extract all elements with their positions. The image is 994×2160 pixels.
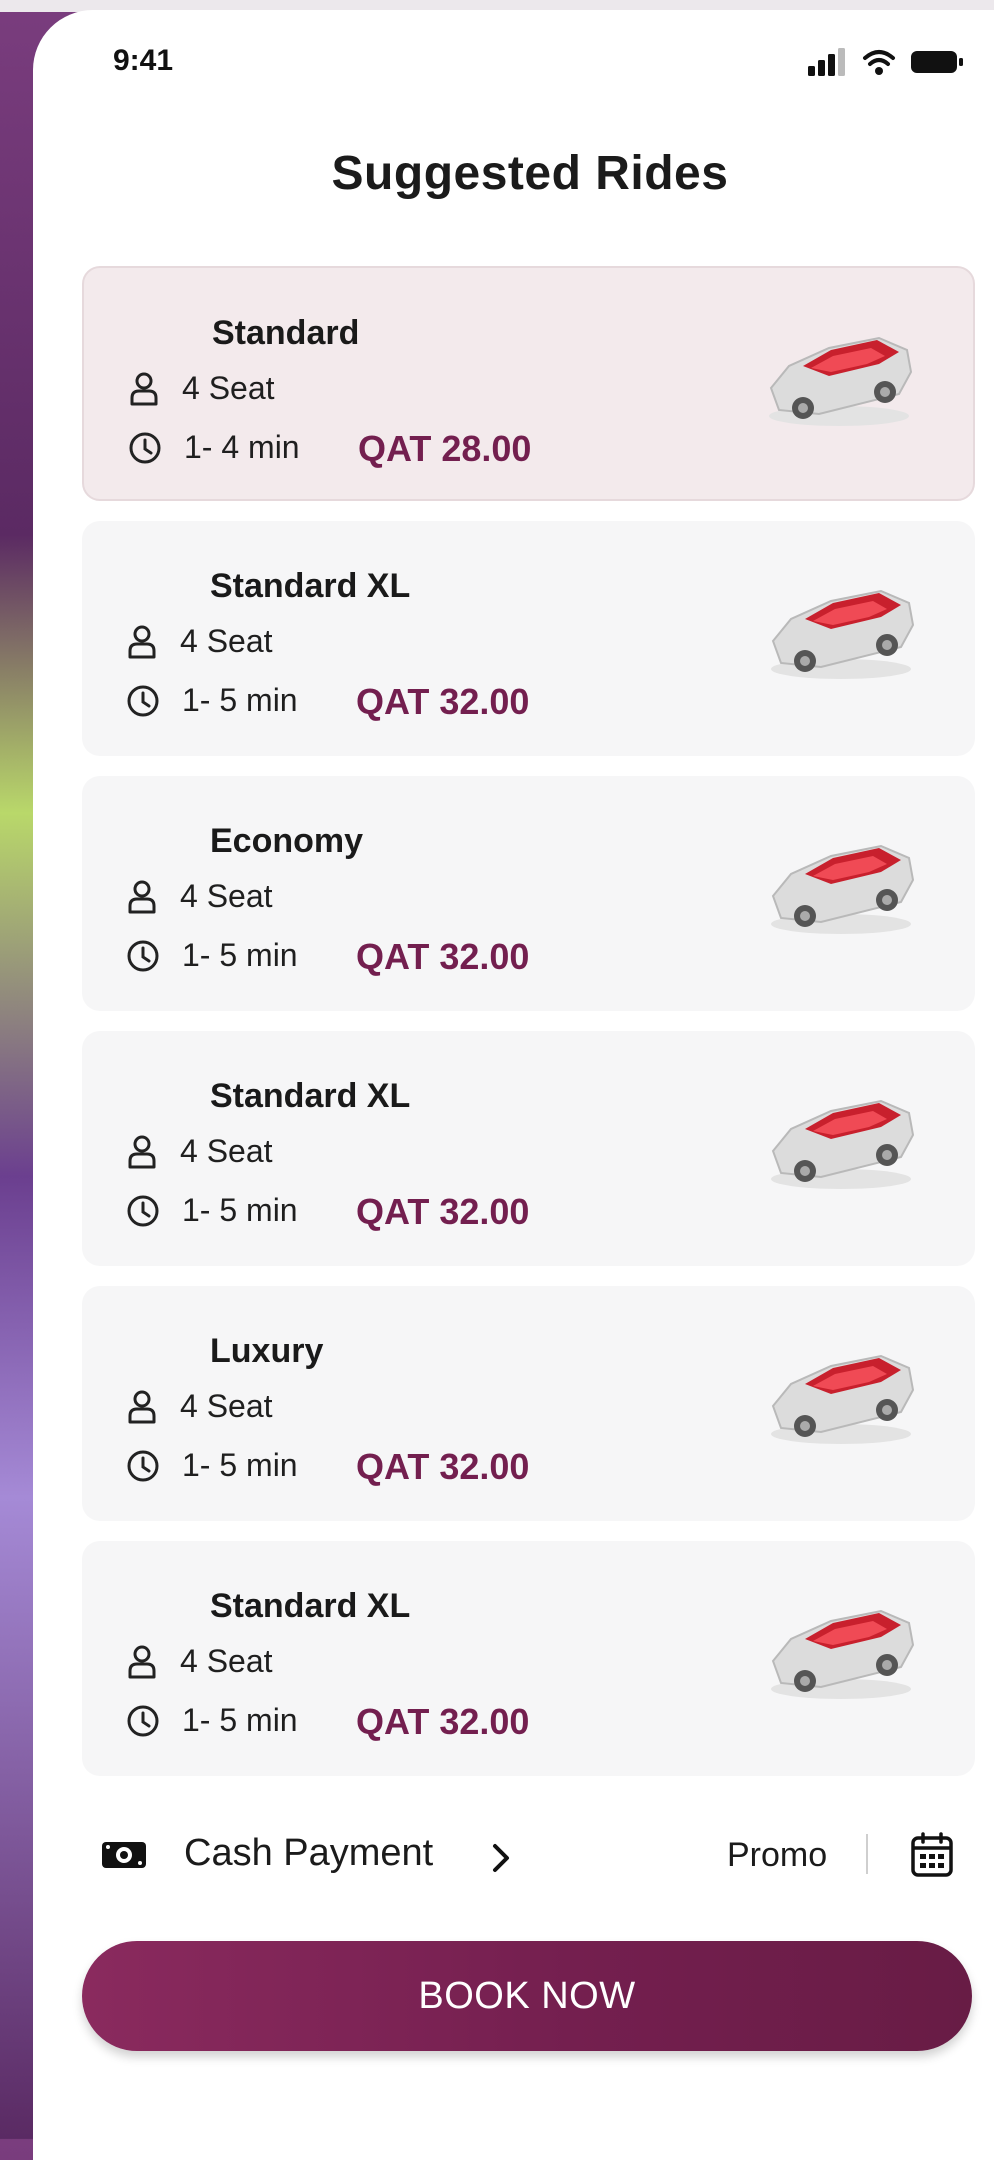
seat-count: 4 Seat <box>180 878 273 914</box>
car-icon <box>771 1099 915 1189</box>
ride-name: Standard XL <box>210 1077 411 1115</box>
clock-icon <box>127 1195 159 1226</box>
car-icon <box>769 336 913 426</box>
ride-price: QAT 32.00 <box>356 1446 530 1487</box>
seat-row: 4 Seat <box>126 1643 273 1680</box>
eta-text: 1- 4 min <box>184 429 300 465</box>
signal-icon <box>808 48 845 76</box>
ride-name: Standard XL <box>210 1587 411 1625</box>
seat-count: 4 Seat <box>180 623 273 659</box>
divider <box>866 1834 868 1874</box>
ride-option-card[interactable]: Standard 4 Seat 1- 4 min QAT 28.00 <box>82 266 975 501</box>
ride-option-card[interactable]: Standard XL 4 Seat 1- 5 min QAT 32.00 <box>82 521 975 756</box>
clock-icon <box>127 1705 159 1736</box>
car-icon <box>771 589 915 679</box>
battery-icon <box>911 51 963 73</box>
seat-count: 4 Seat <box>180 1388 273 1424</box>
ride-name: Luxury <box>210 1332 324 1370</box>
calendar-icon[interactable] <box>910 1832 954 1878</box>
chevron-right-icon[interactable] <box>490 1842 512 1874</box>
ride-price: QAT 32.00 <box>356 1191 530 1232</box>
page-title: Suggested Rides <box>331 147 729 200</box>
eta-row: 1- 5 min <box>126 1702 298 1739</box>
ride-price: QAT 32.00 <box>356 681 530 722</box>
eta-text: 1- 5 min <box>182 937 298 973</box>
seat-row: 4 Seat <box>128 370 275 407</box>
seat-row: 4 Seat <box>126 1133 273 1170</box>
promo-button[interactable]: Promo <box>727 1836 827 1875</box>
cash-icon <box>102 1842 146 1868</box>
status-time: 9:41 <box>113 44 174 77</box>
seat-row: 4 Seat <box>126 623 273 660</box>
seat-count: 4 Seat <box>182 370 275 406</box>
book-now-button[interactable]: BOOK NOW <box>82 1941 972 2051</box>
ride-option-card[interactable]: Standard XL 4 Seat 1- 5 min QAT 32.00 <box>82 1031 975 1266</box>
seat-icon <box>128 1390 156 1423</box>
clock-icon <box>127 1450 159 1481</box>
payment-method-label[interactable]: Cash Payment <box>184 1832 433 1875</box>
eta-text: 1- 5 min <box>182 682 298 718</box>
eta-text: 1- 5 min <box>182 1702 298 1738</box>
eta-row: 1- 5 min <box>126 937 298 974</box>
seat-count: 4 Seat <box>180 1133 273 1169</box>
eta-row: 1- 5 min <box>126 682 298 719</box>
clock-icon <box>127 685 159 716</box>
seat-row: 4 Seat <box>126 1388 273 1425</box>
clock-icon <box>127 940 159 971</box>
eta-row: 1- 4 min <box>128 429 300 466</box>
wifi-icon <box>863 50 895 75</box>
seat-icon <box>128 625 156 658</box>
eta-text: 1- 5 min <box>182 1447 298 1483</box>
payment-row: Cash Payment Promo <box>100 1826 960 1886</box>
ride-name: Standard XL <box>210 567 411 605</box>
car-icon <box>771 1609 915 1699</box>
ride-name: Economy <box>210 822 364 860</box>
ride-price: QAT 32.00 <box>356 936 530 977</box>
status-icons <box>808 46 964 78</box>
seat-count: 4 Seat <box>180 1643 273 1679</box>
clock-icon <box>129 432 161 463</box>
ride-price: QAT 28.00 <box>358 428 532 469</box>
eta-row: 1- 5 min <box>126 1192 298 1229</box>
ride-name: Standard <box>212 314 360 352</box>
seat-icon <box>128 1645 156 1678</box>
ride-price: QAT 32.00 <box>356 1701 530 1742</box>
car-icon <box>771 844 915 934</box>
car-icon <box>771 1354 915 1444</box>
seat-icon <box>128 880 156 913</box>
eta-row: 1- 5 min <box>126 1447 298 1484</box>
ride-option-card[interactable]: Standard XL 4 Seat 1- 5 min QAT 32.00 <box>82 1541 975 1776</box>
ride-option-card[interactable]: Economy 4 Seat 1- 5 min QAT 32.00 <box>82 776 975 1011</box>
seat-icon <box>130 372 158 405</box>
seat-icon <box>128 1135 156 1168</box>
seat-row: 4 Seat <box>126 878 273 915</box>
eta-text: 1- 5 min <box>182 1192 298 1228</box>
ride-option-card[interactable]: Luxury 4 Seat 1- 5 min QAT 32.00 <box>82 1286 975 1521</box>
